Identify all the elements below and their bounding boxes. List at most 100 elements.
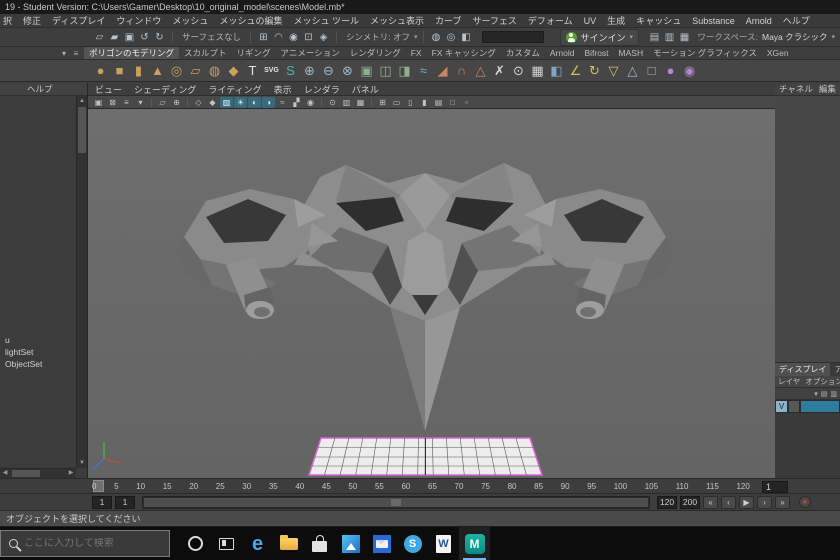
menubar-item[interactable]: 修正 [23,14,41,27]
go-to-end-button[interactable]: » [775,496,790,509]
panel-menu-item[interactable]: ライティング [208,83,261,96]
extract-icon[interactable]: ◨ [396,62,413,80]
menubar-item[interactable]: メッシュの編集 [219,14,282,27]
new-layer-from-selected-icon[interactable]: ▥ [830,390,837,398]
bridge-icon[interactable]: ∩ [453,62,470,80]
boolean-union-icon[interactable]: ⊕ [301,62,318,80]
sculpt-tool-icon[interactable]: ● [662,62,679,80]
channel-box-menu-item[interactable]: 編集 [819,83,836,95]
play-forward-button[interactable]: ▶ [739,496,754,509]
smooth-icon[interactable]: ≈ [415,62,432,80]
ipr-render-icon[interactable]: ◎ [444,32,459,43]
scroll-up-icon[interactable]: ▲ [77,96,87,106]
sweep-mesh-icon[interactable]: S [282,62,299,80]
poly-plane-icon[interactable]: ▱ [187,62,204,80]
shadows-icon[interactable]: ◐ [248,97,261,108]
lock-camera-icon[interactable]: ⊠ [106,97,119,108]
current-frame-field[interactable]: 1 [762,481,788,493]
search-input[interactable] [24,538,152,549]
layer-display-type-toggle[interactable] [788,400,800,413]
shelf-tab[interactable]: Bifrost [579,47,613,59]
use-lights-icon[interactable]: ☀ [234,97,247,108]
menubar-item[interactable]: ヘルプ [783,14,810,27]
workspace-selector[interactable]: ワークスペース: Maya クラシック ▾ [697,31,835,43]
taskbar-search-box[interactable] [0,530,170,557]
layer-editor-tab[interactable]: アニメ [830,363,840,376]
go-to-start-button[interactable]: « [703,496,718,509]
poly-cube-icon[interactable]: ■ [111,62,128,80]
triangulate-icon[interactable]: △ [624,62,641,80]
range-slider[interactable] [142,496,650,509]
shelf-tab[interactable]: XGen [762,47,794,59]
depth-of-field-icon[interactable]: ◉ [304,97,317,108]
snap-curve-icon[interactable]: ◠ [271,32,286,43]
make-live-icon[interactable]: ◈ [316,32,331,43]
outliner-body[interactable]: ulightSetObjectSet [0,96,76,468]
render-icon[interactable]: ◍ [429,32,444,43]
step-back-frame-button[interactable]: ‹ [721,496,736,509]
combine-icon[interactable]: ▣ [358,62,375,80]
selected-plane[interactable] [309,438,542,475]
outliner-item[interactable]: ObjectSet [0,358,76,370]
scroll-right-icon[interactable]: ▶ [66,469,76,478]
quick-rename-input[interactable] [482,31,544,43]
mail-button[interactable] [366,527,397,560]
outliner-item[interactable]: lightSet [0,346,76,358]
snap-plane-icon[interactable]: ⊡ [301,32,316,43]
outliner-menu-help[interactable]: ヘルプ [0,83,87,96]
playback-start-field[interactable]: 1 [115,496,135,509]
skype-button[interactable]: S [397,527,428,560]
shelf-tab[interactable]: FX キャッシング [427,47,501,59]
xray-icon[interactable]: ▥ [340,97,353,108]
redo-icon[interactable]: ↻ [152,32,167,43]
shelf-tab[interactable]: レンダリング [345,47,406,59]
menubar-item[interactable]: メッシュ ツール [293,14,359,27]
playback-end-field[interactable]: 120 [657,496,677,509]
shelf-tab[interactable]: ポリゴンのモデリング [84,47,179,59]
menubar-item[interactable]: Substance [692,16,735,26]
svg-tool-icon[interactable]: SVG [263,62,280,80]
bevel-icon[interactable]: ◢ [434,62,451,80]
multi-cut-icon[interactable]: ✗ [491,62,508,80]
menubar-item[interactable]: メッシュ表示 [370,14,424,27]
camera-attributes-icon[interactable]: ≡ [120,97,133,108]
snap-grid-icon[interactable]: ⊞ [256,32,271,43]
layer-name-field[interactable] [800,400,840,413]
select-camera-icon[interactable]: ▣ [92,97,105,108]
poly-cylinder-icon[interactable]: ▮ [130,62,147,80]
outliner-horizontal-scrollbar[interactable]: ◀ ▶ [0,468,76,478]
snap-point-icon[interactable]: ◉ [286,32,301,43]
spin-edge-icon[interactable]: ↻ [586,62,603,80]
target-weld-icon[interactable]: ⊙ [510,62,527,80]
word-button[interactable]: W [428,527,459,560]
attribute-editor-toggle-icon[interactable]: ▦ [677,32,692,43]
shelf-tab[interactable]: Arnold [545,47,580,59]
layer-visibility-toggle[interactable]: V [775,400,788,413]
2d-pan-zoom-icon[interactable]: ⊕ [170,97,183,108]
sign-in-button[interactable]: サインイン ▾ [560,29,640,46]
scrollbar-thumb[interactable] [12,470,40,477]
poly-cone-icon[interactable]: ▲ [149,62,166,80]
layer-menu-item[interactable]: レイヤ [778,376,800,387]
layer-menu-item[interactable]: オプション [805,376,840,387]
menubar-item[interactable]: カーブ [435,14,461,27]
panel-menu-item[interactable]: 表示 [274,83,292,96]
animation-start-field[interactable]: 1 [92,496,112,509]
viewport-3d-scene[interactable] [88,109,775,478]
display-layer-row[interactable]: V [775,400,840,413]
shelf-tab[interactable]: リギング [232,47,276,59]
layer-sort-icon[interactable]: ▾ [814,390,818,398]
mirror-icon[interactable]: ◧ [548,62,565,80]
outliner-toggle-icon[interactable]: ▤ [647,32,662,43]
maya-button[interactable]: M [459,527,490,560]
wireframe-icon[interactable]: ◇ [192,97,205,108]
bookmarks-icon[interactable]: ▾ [134,97,147,108]
menubar-item[interactable]: 択 [3,14,12,27]
shelf-tab[interactable]: FX [406,47,427,59]
title-bar[interactable]: 19 - Student Version: C:\Users\Gamer\Des… [0,0,840,14]
new-empty-layer-icon[interactable]: ▤ [821,390,828,398]
cortana-button[interactable] [180,527,211,560]
channel-box-body[interactable] [775,96,840,363]
smooth-mesh-icon[interactable]: ◉ [681,62,698,80]
poly-sphere-icon[interactable]: ● [92,62,109,80]
